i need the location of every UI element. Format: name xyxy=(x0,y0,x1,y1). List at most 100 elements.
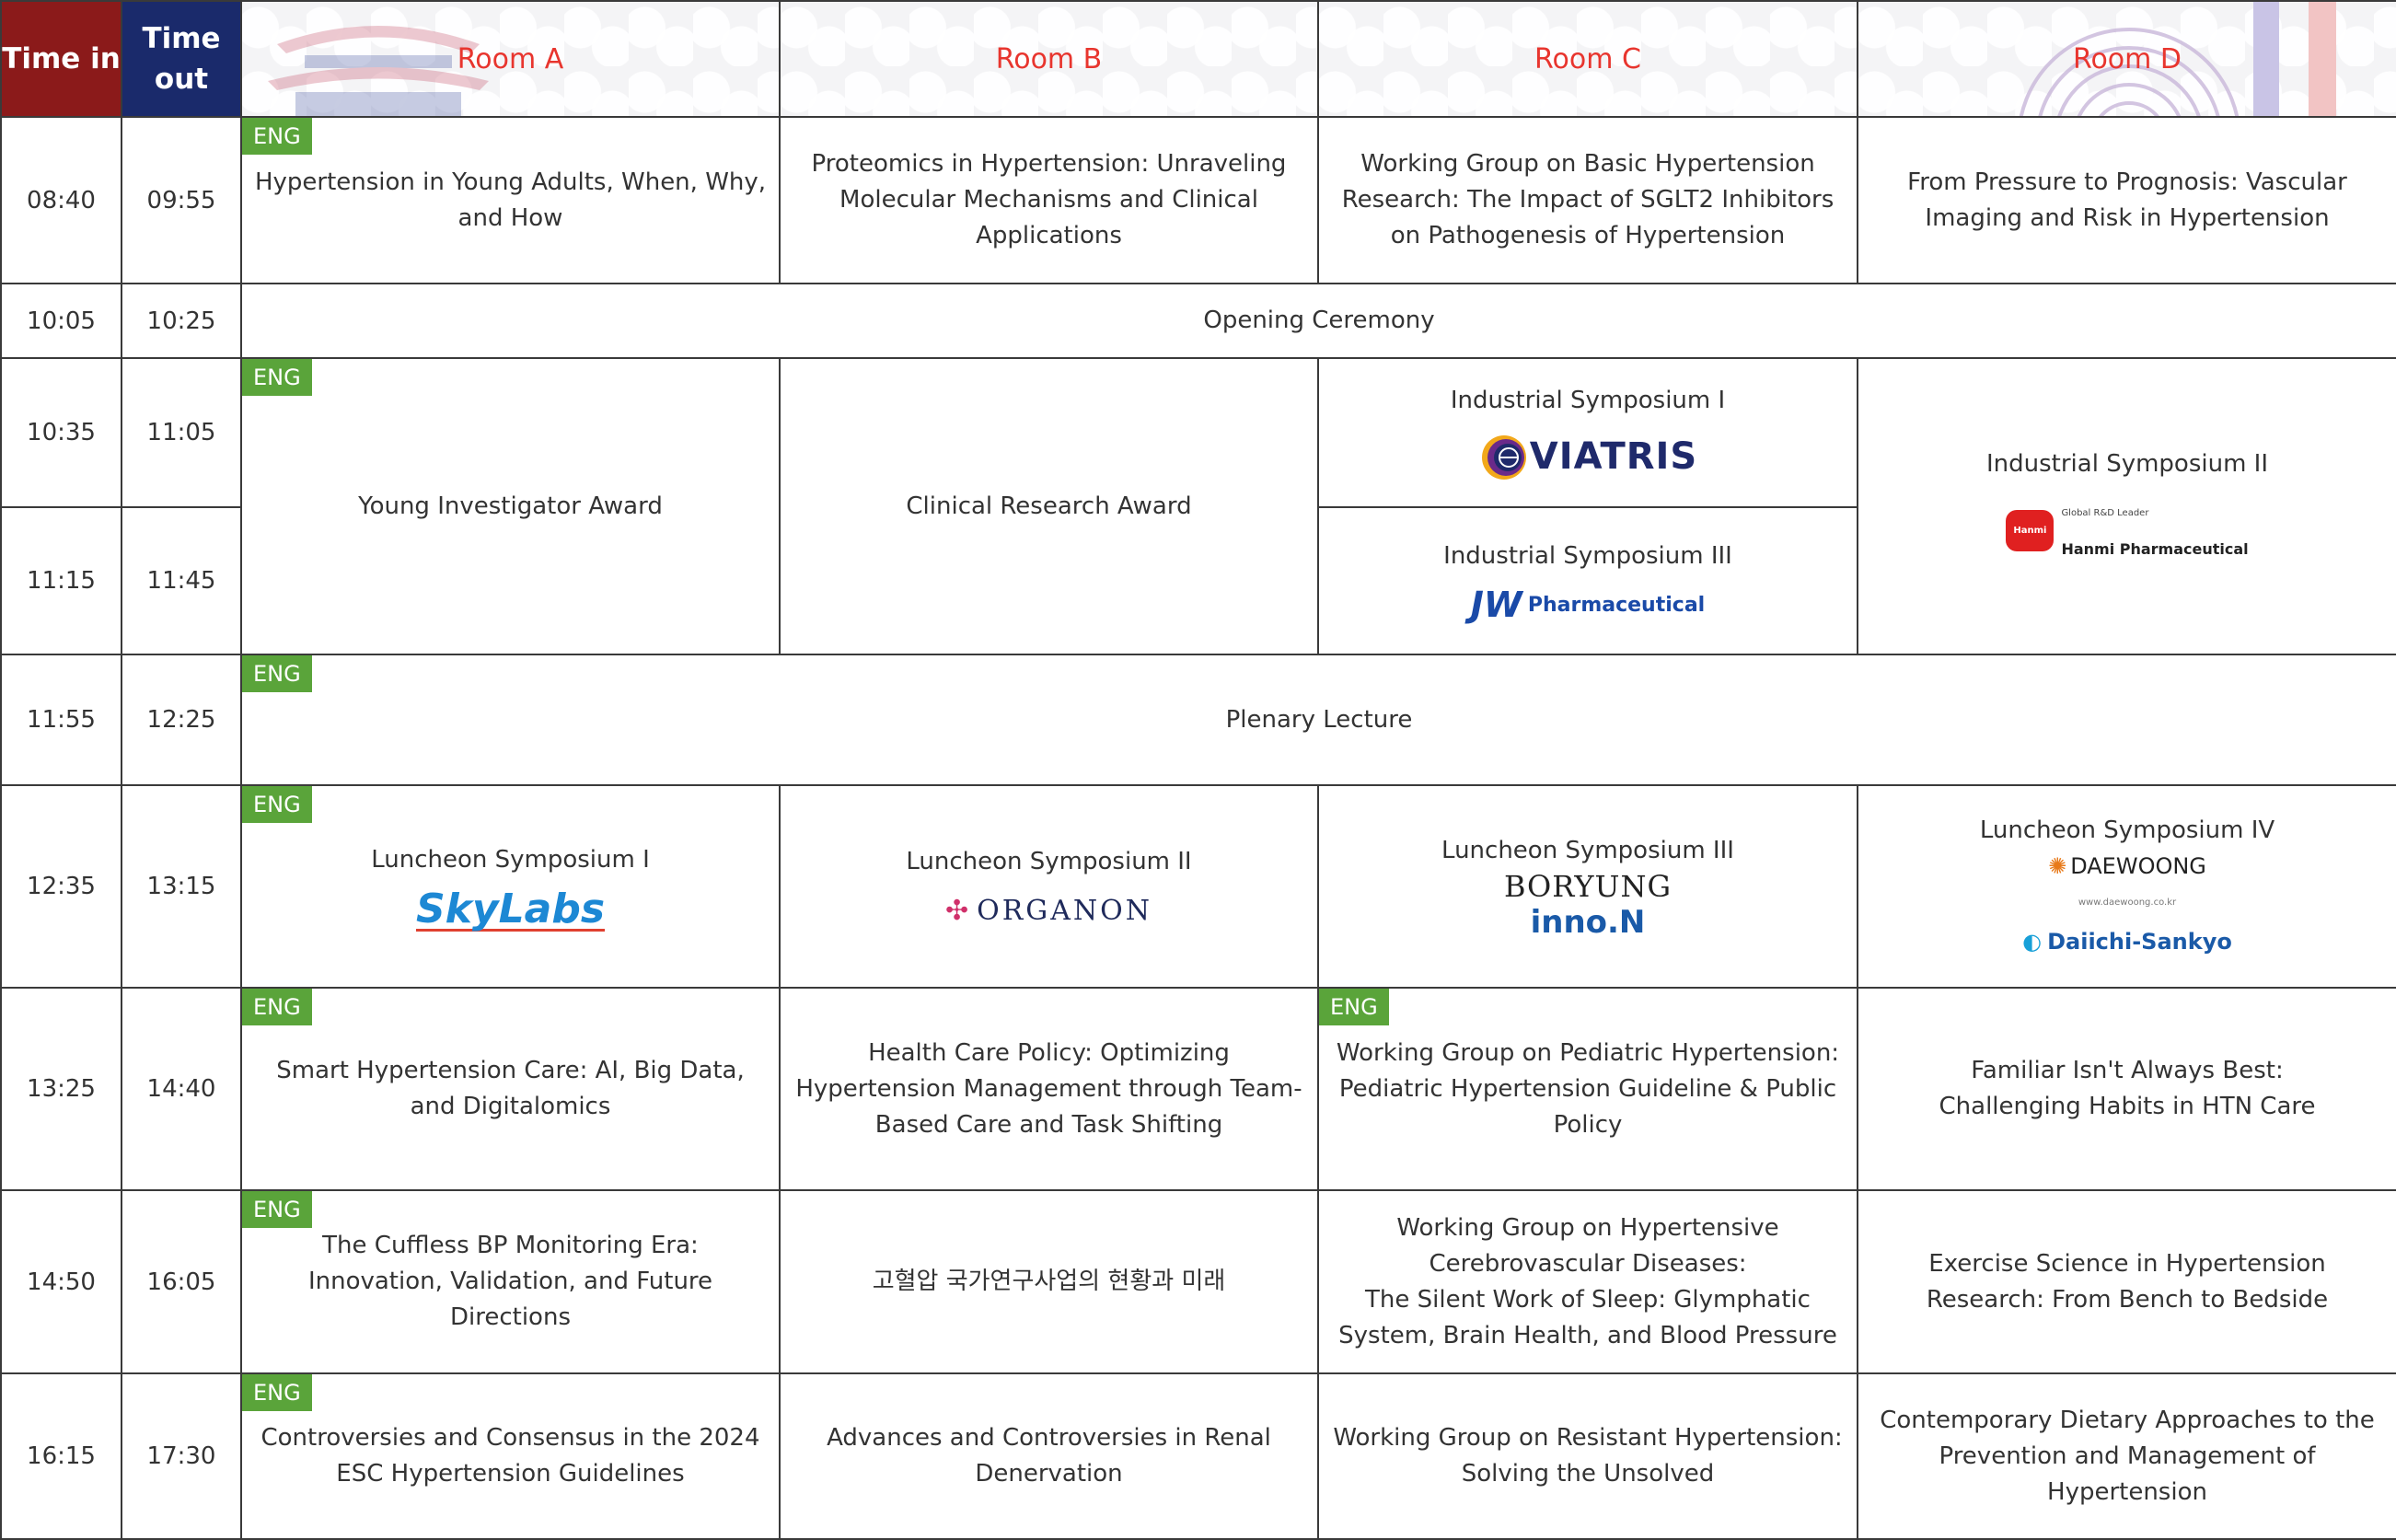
session-cell: Working Group on Basic Hypertension Rese… xyxy=(1317,116,1858,284)
session-title: Luncheon Symposium II xyxy=(906,848,1192,875)
session-cell: Familiar Isn't Always Best: Challenging … xyxy=(1857,987,2396,1191)
daewoong-mark-icon: ✺ xyxy=(2048,853,2067,879)
schedule-row: 13:25 14:40 ENG Smart Hypertension Care:… xyxy=(0,987,2396,1191)
session-subtitle: Challenging Habits in HTN Care xyxy=(1939,1093,2316,1120)
schedule-row: 16:15 17:30 ENG Controversies and Consen… xyxy=(0,1372,2396,1540)
room-d-header: Room D xyxy=(1857,0,2396,118)
session-title: Advances and Controversies in Renal Dene… xyxy=(827,1424,1271,1488)
session-title: Proteomics in Hypertension: Unraveling M… xyxy=(811,150,1287,249)
viatris-logo: VIATRIS xyxy=(1478,432,1697,483)
session-title: Working Group on Pediatric Hypertension:… xyxy=(1336,1038,1840,1139)
eng-badge: ENG xyxy=(242,786,312,823)
session-title: Luncheon Symposium I xyxy=(371,845,650,874)
eng-badge: ENG xyxy=(242,989,312,1025)
session-title: Luncheon Symposium III xyxy=(1441,836,1734,864)
room-a-header: Room A xyxy=(240,0,781,118)
session-title: Young Investigator Award xyxy=(358,492,663,520)
session-cell: Health Care Policy: Optimizing Hypertens… xyxy=(779,987,1319,1191)
session-title: From Pressure to Prognosis: Vascular Ima… xyxy=(1907,168,2347,232)
time-out: 10:25 xyxy=(121,283,242,359)
innon-logo: inno.N xyxy=(1530,903,1646,941)
daewoong-logo: ✺ DAEWOONG www.daewoong.co.kr xyxy=(2048,853,2206,908)
session-title: Industrial Symposium I xyxy=(1450,386,1726,414)
room-b-header: Room B xyxy=(779,0,1319,118)
session-cell: Luncheon Symposium IV ✺ DAEWOONG www.daewo… xyxy=(1857,784,2396,989)
session-cell: ENG Controversies and Consensus in the 2… xyxy=(240,1372,781,1540)
header-row: Time in Time out Room A Room B Room C Ro… xyxy=(0,0,2396,118)
session-cell: ENG Hypertension in Young Adults, When, … xyxy=(240,116,781,284)
organon-mark-icon: ✣ xyxy=(944,895,972,927)
jw-pharmaceutical-logo: JW Pharmaceutical xyxy=(1470,585,1706,625)
session-cell: Industrial Symposium II Hanmi Global R&D… xyxy=(1857,357,2396,655)
time-in: 11:15 xyxy=(0,506,122,655)
session-title: Working Group on Hypertensive Cerebrovas… xyxy=(1396,1213,1779,1278)
session-title: Opening Ceremony xyxy=(1203,307,1435,334)
eng-badge: ENG xyxy=(242,655,312,692)
time-out: 14:40 xyxy=(121,987,242,1191)
session-title: Health Care Policy: Optimizing Hypertens… xyxy=(795,1038,1302,1139)
session-title: Industrial Symposium III xyxy=(1443,542,1732,570)
session-cell: 고혈압 국가연구사업의 현황과 미래 xyxy=(779,1189,1319,1374)
session-cell: ENG Young Investigator Award xyxy=(240,357,781,655)
session-title: Familiar Isn't Always Best: xyxy=(1971,1057,2284,1084)
daiichi-sankyo-logo: ◐ Daiichi-Sankyo xyxy=(2022,929,2232,955)
time-out: 13:15 xyxy=(121,784,242,989)
schedule-row: 11:55 12:25 ENG Plenary Lecture xyxy=(0,654,2396,786)
session-cell: ENG Plenary Lecture xyxy=(240,654,2396,786)
eng-badge: ENG xyxy=(242,359,312,396)
session-title: Plenary Lecture xyxy=(1225,705,1413,734)
session-cell: Opening Ceremony xyxy=(240,283,2396,359)
session-title: Smart Hypertension Care: AI, Big Data, a… xyxy=(276,1057,745,1120)
eng-badge: ENG xyxy=(1319,989,1389,1025)
session-cell: Exercise Science in Hypertension Researc… xyxy=(1857,1189,2396,1374)
session-title: Working Group on Resistant Hypertension:… xyxy=(1333,1424,1843,1488)
time-in: 12:35 xyxy=(0,784,122,989)
session-cell: ENG Working Group on Pediatric Hypertens… xyxy=(1317,987,1858,1191)
session-cell: Advances and Controversies in Renal Dene… xyxy=(779,1372,1319,1540)
schedule-row: 08:40 09:55 ENG Hypertension in Young Ad… xyxy=(0,116,2396,284)
organon-logo: ✣ ORGANON xyxy=(944,895,1153,927)
time-in: 16:15 xyxy=(0,1372,122,1540)
fingerprint-decoration-icon xyxy=(2019,2,2336,116)
eng-badge: ENG xyxy=(242,1191,312,1228)
boryung-logo: BORYUNG xyxy=(1503,868,1673,904)
session-cell: Luncheon Symposium II ✣ ORGANON xyxy=(779,784,1319,989)
time-in: 08:40 xyxy=(0,116,122,284)
session-cell: ENG The Cuffless BP Monitoring Era: Inno… xyxy=(240,1189,781,1374)
time-out-header: Time out xyxy=(121,0,242,118)
schedule-row: 12:35 13:15 ENG Luncheon Symposium I Sky… xyxy=(0,784,2396,989)
time-in: 13:25 xyxy=(0,987,122,1191)
daiichi-mark-icon: ◐ xyxy=(2022,929,2043,955)
session-title: The Cuffless BP Monitoring Era: Innovati… xyxy=(307,1232,713,1331)
time-in: 14:50 xyxy=(0,1189,122,1374)
session-title: Contemporary Dietary Approaches to the P… xyxy=(1880,1406,2375,1506)
time-out: 17:30 xyxy=(121,1372,242,1540)
session-cell: ENG Luncheon Symposium I SkyLabs xyxy=(240,784,781,989)
eng-badge: ENG xyxy=(242,1374,312,1411)
time-out: 16:05 xyxy=(121,1189,242,1374)
session-cell: Working Group on Resistant Hypertension:… xyxy=(1317,1372,1858,1540)
schedule-row: 14:50 16:05 ENG The Cuffless BP Monitori… xyxy=(0,1189,2396,1374)
room-c-header: Room C xyxy=(1317,0,1858,118)
time-in: 10:35 xyxy=(0,357,122,508)
session-title: Controversies and Consensus in the 2024 … xyxy=(260,1424,760,1488)
schedule-table: Time in Time out Room A Room B Room C Ro… xyxy=(0,0,2396,1540)
session-title: Luncheon Symposium IV xyxy=(1979,816,2275,844)
time-in-header: Time in xyxy=(0,0,122,118)
session-title: Clinical Research Award xyxy=(906,492,1192,520)
eng-badge: ENG xyxy=(242,118,312,155)
session-title: Exercise Science in Hypertension Researc… xyxy=(1926,1249,2329,1314)
session-cell: Industrial Symposium III JW Pharmaceutica… xyxy=(1317,506,1858,655)
schedule-row: 10:35 11:05 ENG Young Investigator Award… xyxy=(0,357,2396,655)
session-title: Industrial Symposium II xyxy=(1985,449,2268,478)
session-cell: Working Group on Hypertensive Cerebrovas… xyxy=(1317,1189,1858,1374)
session-cell: Contemporary Dietary Approaches to the P… xyxy=(1857,1372,2396,1540)
session-title: 고혈압 국가연구사업의 현황과 미래 xyxy=(872,1268,1226,1295)
time-out: 11:05 xyxy=(121,357,242,508)
time-out: 11:45 xyxy=(121,506,242,655)
session-cell: Industrial Symposium I VIATRIS xyxy=(1317,357,1858,508)
time-in: 11:55 xyxy=(0,654,122,786)
session-title: Hypertension in Young Adults, When, Why,… xyxy=(254,168,767,232)
hanmi-logo: Hanmi Global R&D Leader Hanmi Pharmaceuti… xyxy=(2006,495,2249,567)
session-cell: Proteomics in Hypertension: Unraveling M… xyxy=(779,116,1319,284)
